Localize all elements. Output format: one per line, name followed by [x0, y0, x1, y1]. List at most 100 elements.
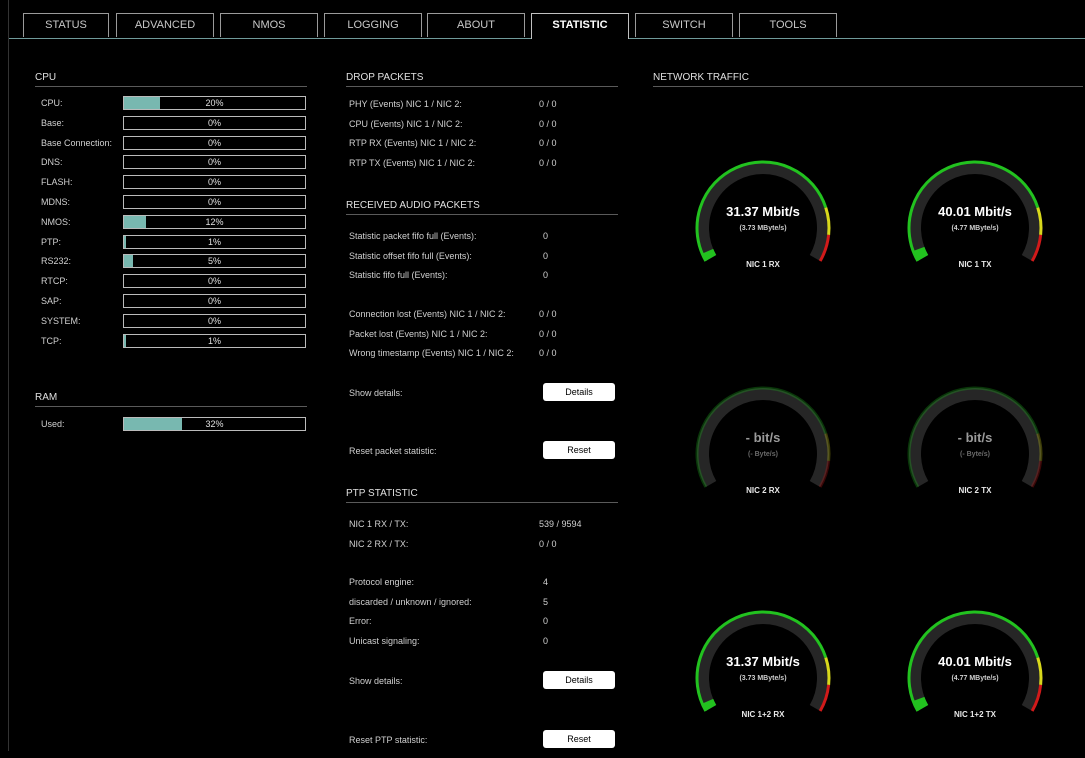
ptp-row-value: 4 [543, 577, 549, 587]
ptp-row-value: 539 / 9594 [539, 519, 582, 529]
audio-show-details-label: Show details: [349, 388, 403, 398]
ptp-row-value: 0 [543, 635, 549, 646]
tab-nmos[interactable]: NMOS [220, 13, 318, 37]
cpu-row-bar: 0% [123, 115, 306, 130]
gauge-name: NIC 1 RX [746, 260, 780, 269]
gauge-rate: 40.01 Mbit/s [938, 204, 1012, 219]
audio-row-label: Packet lost (Events) NIC 1 / NIC 2: [349, 328, 488, 339]
cpu-row-label: Base Connection: [41, 137, 113, 148]
ptp-details-button[interactable]: Details [543, 671, 615, 689]
traffic-gauge: 40.01 Mbit/s (4.77 MByte/s) NIC 1+2 TX [895, 598, 1055, 758]
cpu-row-label: NMOS: [41, 216, 71, 227]
gauge-level [913, 246, 929, 261]
gauge-bytes: (4.77 MByte/s) [951, 675, 999, 682]
audio-details-button[interactable]: Details [543, 383, 615, 401]
cpu-row-percent: 0% [207, 137, 221, 148]
cpu-row-bar: 5% [123, 254, 306, 269]
drop-row-label: RTP TX (Events) NIC 1 / NIC 2: [349, 158, 476, 169]
cpu-row-label: PTP: [41, 236, 62, 247]
traffic-gauge: - bit/s (- Byte/s) NIC 2 RX [683, 374, 843, 534]
tab-about[interactable]: ABOUT [427, 13, 525, 37]
ptp-row-label: Unicast signaling: [349, 635, 420, 646]
audio-row-label: Statistic packet fifo full (Events): [349, 231, 477, 241]
tab-status[interactable]: STATUS [23, 13, 109, 37]
drop-row-label: RTP RX (Events) NIC 1 / NIC 2: [349, 138, 477, 149]
network-traffic-title: NETWORK TRAFFIC [653, 72, 1083, 87]
gauge-bytes: (- Byte/s) [748, 451, 778, 458]
audio-row-value: 0 [543, 250, 549, 261]
gauge-bytes: (3.73 MByte/s) [739, 225, 787, 232]
tab-tools[interactable]: TOOLS [739, 13, 837, 37]
cpu-row-label: RTCP: [41, 276, 68, 287]
cpu-row-percent: 0% [207, 197, 221, 207]
audio-row-label: Statistic offset fifo full (Events): [349, 250, 472, 261]
cpu-row-percent: 20% [205, 98, 224, 108]
ptp-statistic-title: PTP STATISTIC [346, 488, 618, 503]
cpu-row-percent: 0% [207, 315, 221, 326]
cpu-row-percent: 0% [207, 276, 221, 287]
ram-section-title: RAM [35, 392, 307, 407]
drop-row-value: 0 / 0 [539, 118, 557, 129]
audio-row-value: 0 / 0 [539, 328, 557, 339]
cpu-row-bar: 20% [123, 96, 306, 110]
cpu-row-label: SAP: [41, 296, 62, 306]
audio-row-value: 0 [543, 231, 549, 241]
cpu-row-label: MDNS: [41, 197, 70, 207]
drop-packets-title: DROP PACKETS [346, 72, 618, 87]
traffic-gauge: 31.37 Mbit/s (3.73 MByte/s) NIC 1+2 RX [683, 598, 843, 758]
cpu-row-label: SYSTEM: [41, 315, 81, 326]
cpu-row-bar: 0% [123, 175, 306, 190]
ptp-reset-button[interactable]: Reset [543, 730, 615, 748]
tab-advanced[interactable]: ADVANCED [116, 13, 214, 37]
drop-row-value: 0 / 0 [539, 158, 557, 169]
cpu-row-bar: 0% [123, 294, 306, 308]
cpu-row-percent: 1% [207, 335, 221, 346]
tab-switch[interactable]: SWITCH [635, 13, 733, 37]
traffic-gauge: 31.37 Mbit/s (3.73 MByte/s) NIC 1 RX [683, 148, 843, 308]
ptp-row-label: Protocol engine: [349, 577, 415, 587]
ptp-show-details-label: Show details: [349, 676, 403, 686]
gauge-name: NIC 1 TX [958, 260, 992, 269]
cpu-row-bar: 1% [123, 234, 306, 249]
received-audio-title: RECEIVED AUDIO PACKETS [346, 200, 618, 215]
gauge-rate: 31.37 Mbit/s [726, 204, 800, 219]
gauge-rate: - bit/s [745, 430, 781, 445]
gauge-level [702, 248, 717, 261]
tab-statistic[interactable]: STATISTIC [531, 13, 629, 39]
audio-row-label: Wrong timestamp (Events) NIC 1 / NIC 2: [349, 348, 514, 358]
audio-reset-label: Reset packet statistic: [349, 446, 437, 456]
drop-row-value: 0 / 0 [539, 138, 557, 149]
traffic-gauge: 40.01 Mbit/s (4.77 MByte/s) NIC 1 TX [895, 148, 1055, 308]
audio-row-value: 0 / 0 [539, 309, 557, 319]
statistic-page: STATUS ADVANCED NMOS LOGGING ABOUT STATI… [8, 0, 1085, 751]
cpu-row-percent: 1% [207, 236, 221, 247]
drop-row-label: CPU (Events) NIC 1 / NIC 2: [349, 118, 463, 129]
traffic-gauge: - bit/s (- Byte/s) NIC 2 TX [895, 374, 1055, 534]
ptp-reset-label: Reset PTP statistic: [349, 735, 428, 745]
ptp-row-label: discarded / unknown / ignored: [349, 596, 472, 607]
cpu-row-percent: 0% [207, 296, 221, 306]
gauge-name: NIC 2 RX [746, 486, 780, 495]
tab-bar: STATUS ADVANCED NMOS LOGGING ABOUT STATI… [9, 0, 1085, 39]
ptp-row-label: Error: [349, 616, 372, 626]
audio-row-value: 0 / 0 [539, 348, 557, 358]
audio-reset-button[interactable]: Reset [543, 441, 615, 459]
cpu-row-percent: 5% [207, 256, 221, 267]
tab-logging[interactable]: LOGGING [324, 13, 422, 37]
cpu-row-bar: 1% [123, 333, 306, 348]
cpu-row-percent: 0% [207, 117, 221, 128]
gauge-rate: 31.37 Mbit/s [726, 654, 800, 669]
cpu-row-bar: 0% [123, 313, 306, 328]
cpu-row-label: DNS: [41, 157, 63, 168]
gauge-level [913, 696, 929, 711]
gauge-name: NIC 1+2 RX [741, 710, 785, 719]
ptp-row-label: NIC 2 RX / TX: [349, 538, 409, 549]
cpu-row-label: TCP: [41, 335, 62, 346]
gauge-name: NIC 2 TX [958, 486, 992, 495]
ram-row-bar: 32% [123, 417, 306, 431]
gauge-bytes: (3.73 MByte/s) [739, 675, 787, 682]
cpu-row-bar: 0% [123, 195, 306, 209]
cpu-row-label: CPU: [41, 98, 63, 108]
cpu-row-label: Base: [41, 117, 65, 128]
gauge-name: NIC 1+2 TX [953, 710, 996, 719]
